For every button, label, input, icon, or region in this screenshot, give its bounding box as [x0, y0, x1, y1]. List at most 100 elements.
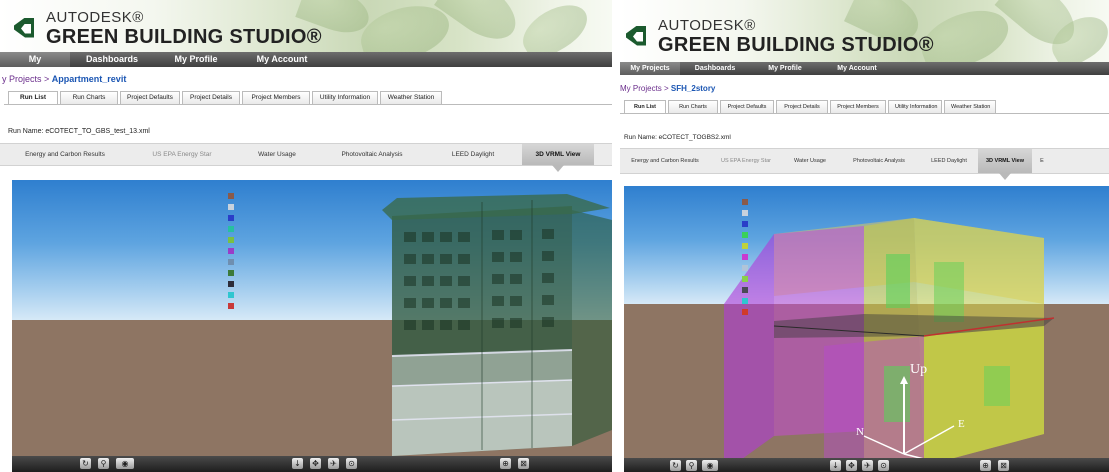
tab-energy-star[interactable]: US EPA Energy Star: [710, 149, 782, 173]
tab-photovoltaic[interactable]: Photovoltaic Analysis: [838, 149, 920, 173]
brand-line2: GREEN BUILDING STUDIO®: [46, 26, 322, 48]
nav-my-profile[interactable]: My Profile: [750, 62, 820, 75]
project-name[interactable]: SFH_2story: [671, 84, 715, 93]
legend-swatch: [742, 275, 748, 282]
tab-3d-vrml-view[interactable]: 3D VRML View: [978, 149, 1032, 180]
run-name: Run Name: eCOTECT_TOGBS2.xml: [624, 134, 731, 141]
fit-icon[interactable]: ⊠: [998, 460, 1009, 471]
legend-swatch: [228, 302, 234, 309]
axis-north-label: N: [856, 426, 864, 438]
nav-my-projects[interactable]: My Projects: [620, 62, 680, 75]
orbit-icon[interactable]: ↻: [80, 458, 91, 469]
tab-project-defaults[interactable]: Project Defaults: [720, 100, 774, 113]
tab-energy-star[interactable]: US EPA Energy Star: [130, 144, 234, 165]
autodesk-logo[interactable]: AUTODESK® GREEN BUILDING STUDIO®: [624, 18, 934, 55]
zoom-icon[interactable]: ⊕: [500, 458, 511, 469]
breadcrumb: y Projects > Appartment_revit: [2, 74, 126, 84]
down-arrow-icon[interactable]: ↓: [830, 460, 841, 471]
breadcrumb-my-projects[interactable]: My Projects >: [620, 84, 669, 93]
legend-swatch: [228, 269, 234, 276]
eye-icon[interactable]: ◉: [116, 458, 134, 469]
nav-dashboards[interactable]: Dashboards: [680, 62, 750, 75]
tab-utility-information[interactable]: Utility Information: [312, 91, 378, 104]
legend-swatch: [742, 220, 748, 227]
main-nav: My Projects Dashboards My Profile My Acc…: [620, 62, 1109, 75]
vrml-viewport[interactable]: ↻ ⚲ ◉ ↓ ✥ ✈ ⊙ ⊕ ⊠: [12, 180, 612, 472]
fly-icon[interactable]: ✈: [328, 458, 339, 469]
tab-3d-vrml-view[interactable]: 3D VRML View: [522, 144, 594, 172]
left-screenshot: AUTODESK® GREEN BUILDING STUDIO® My Proj…: [0, 0, 612, 472]
walk-icon[interactable]: ⚲: [686, 460, 697, 471]
orbit-icon[interactable]: ↻: [670, 460, 681, 471]
tab-utility-information[interactable]: Utility Information: [888, 100, 942, 113]
autodesk-logo-icon: [624, 22, 648, 52]
tab-project-defaults[interactable]: Project Defaults: [120, 91, 180, 104]
brand-line1: AUTODESK®: [46, 9, 144, 26]
axis-up-label: Up: [910, 362, 928, 377]
tab-photovoltaic[interactable]: Photovoltaic Analysis: [320, 144, 424, 165]
tab-energy-carbon[interactable]: Energy and Carbon Results: [620, 149, 710, 173]
breadcrumb-my-projects[interactable]: y Projects >: [2, 74, 49, 84]
results-tabs: Energy and Carbon Results US EPA Energy …: [620, 148, 1109, 180]
legend-swatch: [228, 192, 234, 199]
target-icon[interactable]: ⊙: [346, 458, 357, 469]
nav-dashboards[interactable]: Dashboards: [70, 52, 154, 67]
tab-run-list[interactable]: Run List: [624, 100, 666, 113]
tab-project-details[interactable]: Project Details: [776, 100, 828, 113]
legend-swatch: [742, 264, 748, 271]
tab-energy-carbon[interactable]: Energy and Carbon Results: [0, 144, 130, 165]
legend-swatch: [228, 280, 234, 287]
zoom-icon[interactable]: ⊕: [980, 460, 991, 471]
legend-swatch: [742, 242, 748, 249]
legend-swatch: [742, 231, 748, 238]
breadcrumb: My Projects > SFH_2story: [620, 84, 715, 93]
tab-leed-daylight[interactable]: LEED Daylight: [920, 149, 978, 173]
eye-icon[interactable]: ◉: [702, 460, 718, 471]
tab-run-charts[interactable]: Run Charts: [668, 100, 718, 113]
axis-east-label: E: [958, 418, 965, 430]
legend-swatch: [228, 225, 234, 232]
autodesk-logo-icon: [12, 14, 36, 44]
brand-line1: AUTODESK®: [658, 17, 756, 34]
tab-water-usage[interactable]: Water Usage: [234, 144, 320, 165]
vrml-viewport[interactable]: Up E N ↻ ⚲ ◉ ↓ ✥ ✈ ⊙ ⊕ ⊠: [624, 186, 1109, 472]
results-tabs: Energy and Carbon Results US EPA Energy …: [0, 143, 612, 172]
tab-run-charts[interactable]: Run Charts: [60, 91, 118, 104]
building-model: [724, 218, 1055, 472]
vrml-toolbar: ↻ ⚲ ◉ ↓ ✥ ✈ ⊙ ⊕ ⊠: [12, 456, 612, 472]
fit-icon[interactable]: ⊠: [518, 458, 529, 469]
pan-icon[interactable]: ✥: [846, 460, 857, 471]
main-nav: My Projects Dashboards My Profile My Acc…: [0, 52, 612, 79]
right-screenshot: AUTODESK® GREEN BUILDING STUDIO® My Proj…: [620, 0, 1109, 472]
nav-my-projects[interactable]: My Projects: [0, 52, 70, 79]
legend-swatch: [742, 209, 748, 216]
tab-leed-daylight[interactable]: LEED Daylight: [424, 144, 522, 165]
legend-swatch: [742, 297, 748, 304]
fly-icon[interactable]: ✈: [862, 460, 873, 471]
pan-icon[interactable]: ✥: [310, 458, 321, 469]
target-icon[interactable]: ⊙: [878, 460, 889, 471]
tab-project-members[interactable]: Project Members: [830, 100, 886, 113]
walk-icon[interactable]: ⚲: [98, 458, 109, 469]
tab-weather-station[interactable]: Weather Station: [944, 100, 996, 113]
tab-overflow[interactable]: E: [1032, 149, 1052, 173]
brand-line2: GREEN BUILDING STUDIO®: [658, 34, 934, 56]
legend-swatch: [742, 198, 748, 205]
nav-my-profile[interactable]: My Profile: [154, 52, 238, 67]
nav-my-account[interactable]: My Account: [820, 62, 894, 75]
autodesk-logo[interactable]: AUTODESK® GREEN BUILDING STUDIO®: [12, 10, 322, 47]
legend-swatch: [228, 203, 234, 210]
legend-swatch: [228, 247, 234, 254]
building-model: [382, 194, 612, 456]
nav-my-account[interactable]: My Account: [238, 52, 326, 67]
tab-project-members[interactable]: Project Members: [242, 91, 310, 104]
project-tabs: Run List Run Charts Project Defaults Pro…: [8, 91, 444, 104]
tab-water-usage[interactable]: Water Usage: [782, 149, 838, 173]
tab-project-details[interactable]: Project Details: [182, 91, 240, 104]
legend-swatch: [228, 236, 234, 243]
run-name: Run Name: eCOTECT_TO_GBS_test_13.xml: [8, 128, 150, 135]
tab-run-list[interactable]: Run List: [8, 91, 58, 104]
project-name[interactable]: Appartment_revit: [52, 74, 127, 84]
down-arrow-icon[interactable]: ↓: [292, 458, 303, 469]
tab-weather-station[interactable]: Weather Station: [380, 91, 442, 104]
